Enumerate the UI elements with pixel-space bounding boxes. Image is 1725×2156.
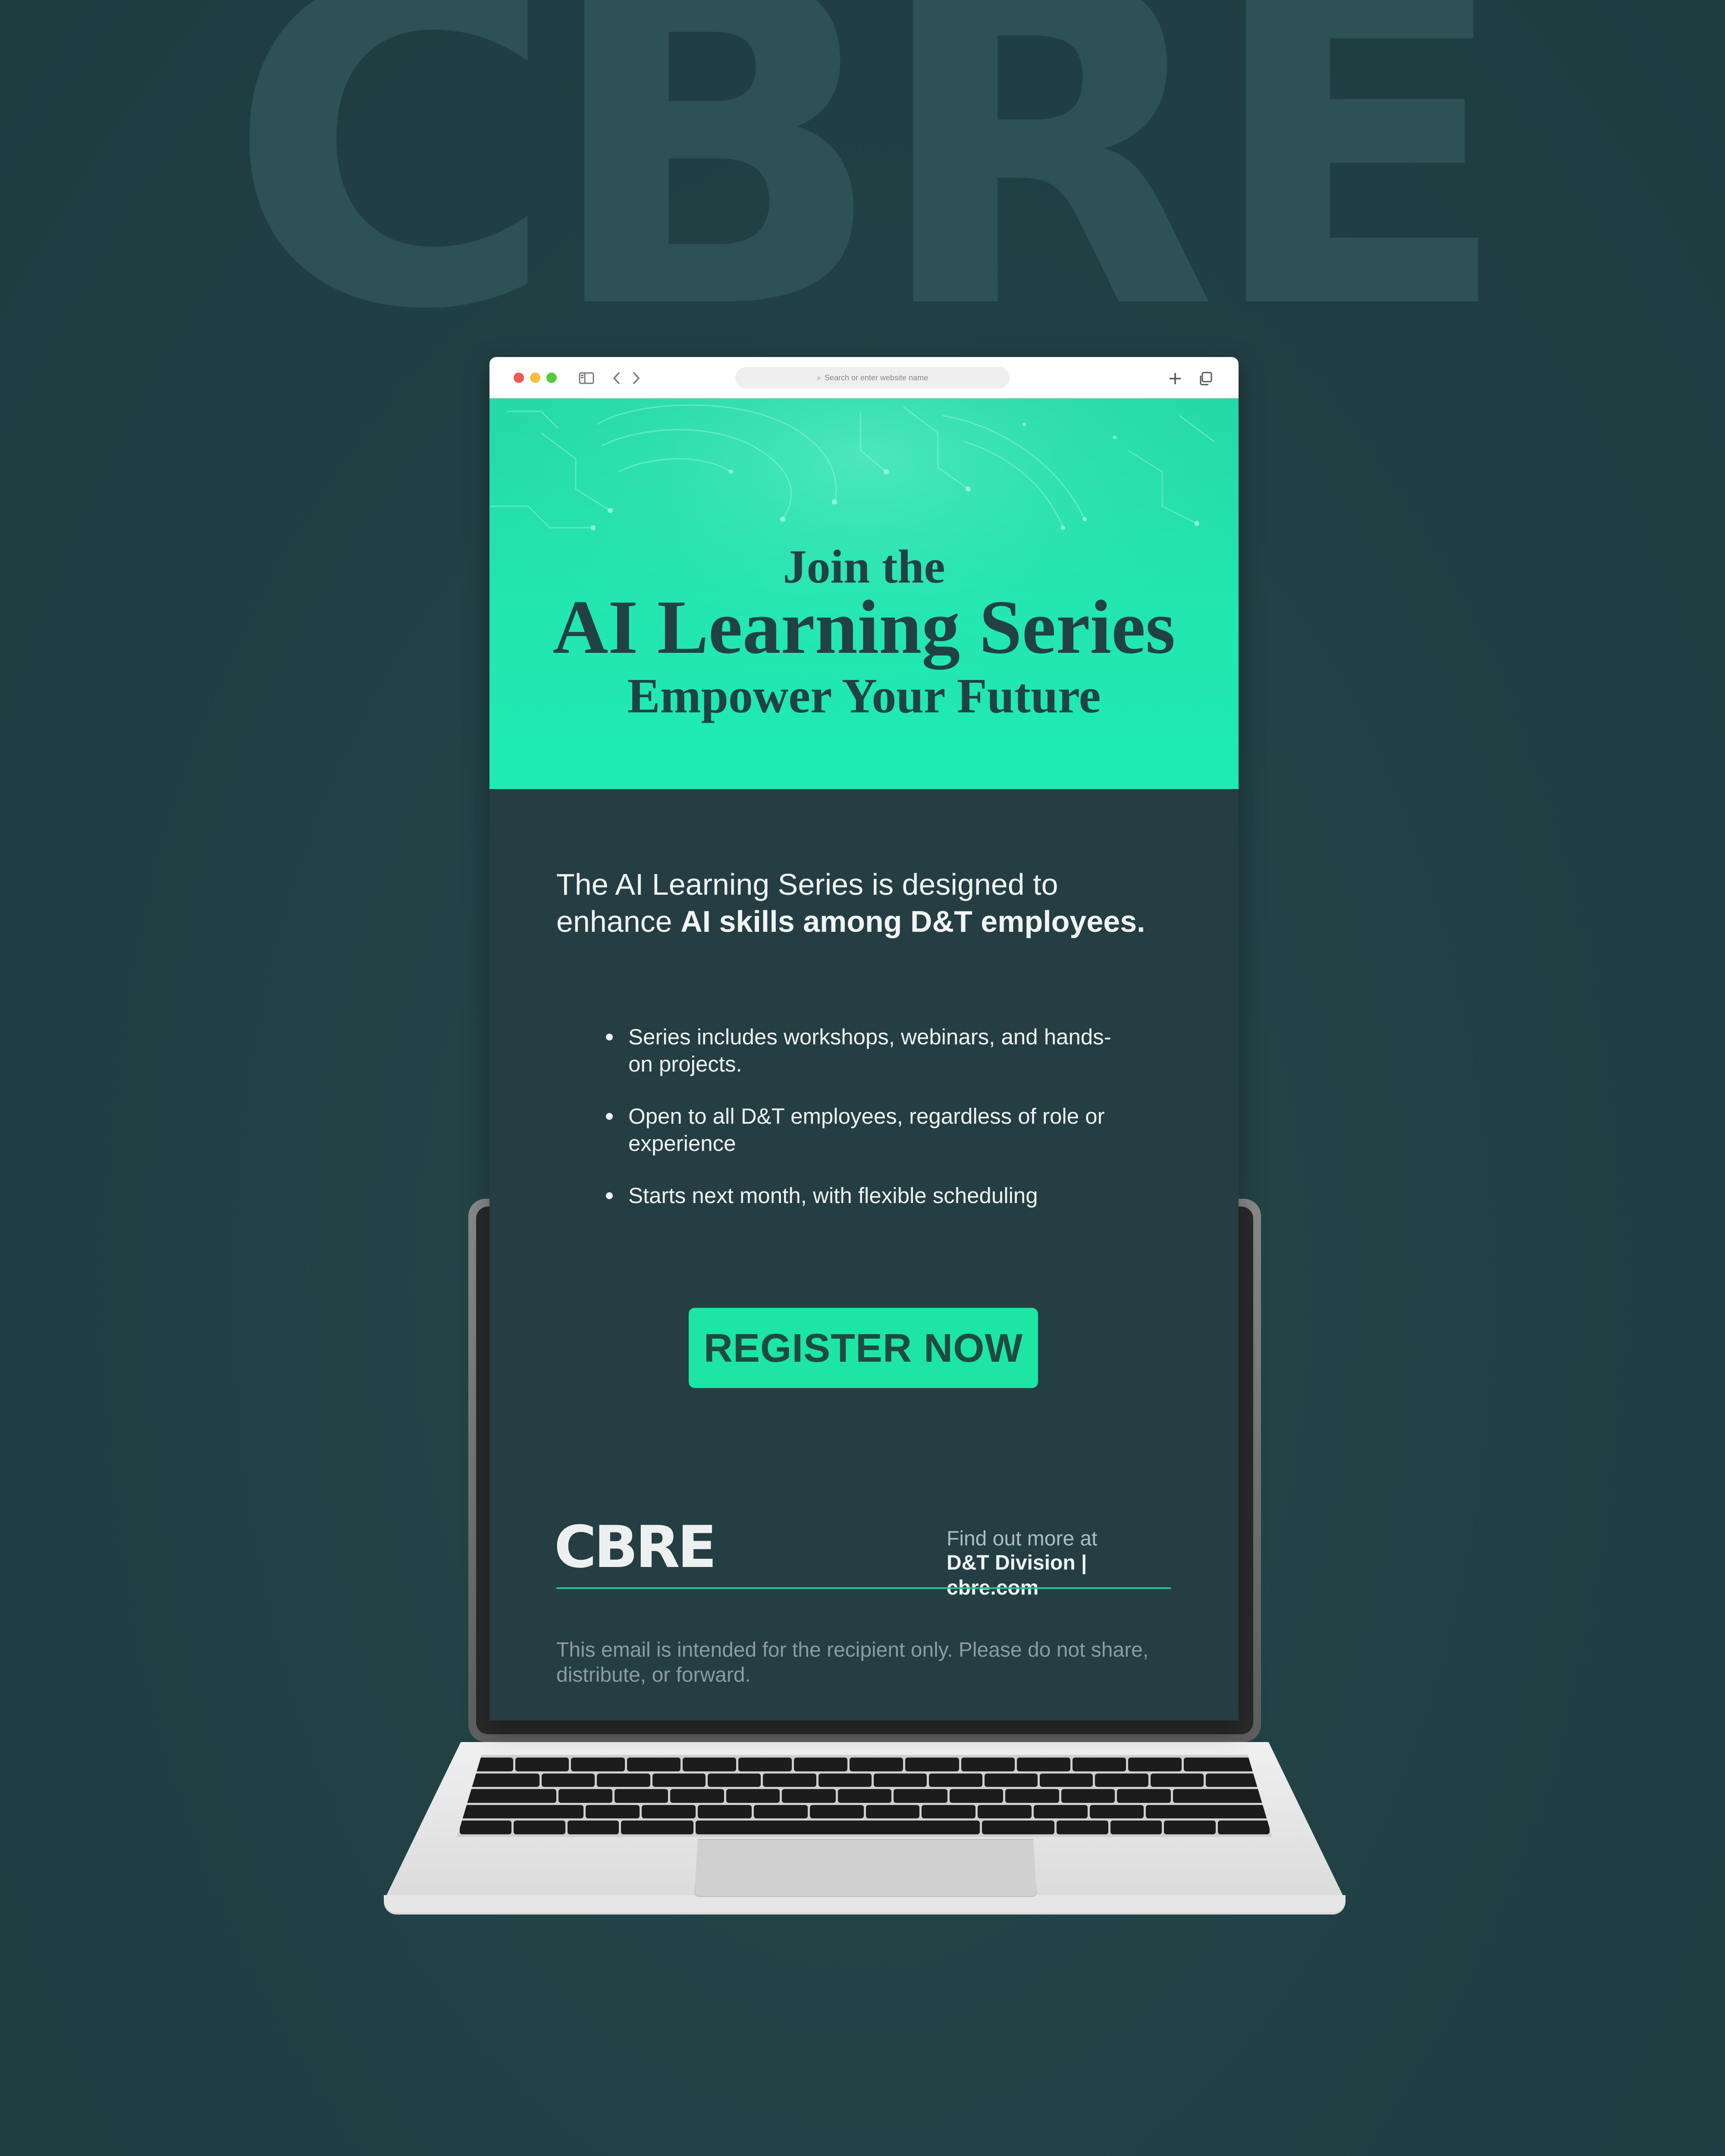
browser-toolbar: ⌕ Search or enter website name xyxy=(489,357,1239,398)
list-item: Open to all D&T employees, regardless of… xyxy=(606,1103,1115,1157)
register-now-button[interactable]: REGISTER NOW xyxy=(689,1308,1038,1388)
hero-subtitle: Empower Your Future xyxy=(627,668,1101,723)
hero-banner: Join the AI Learning Series Empower Your… xyxy=(489,398,1239,789)
laptop-base-edge xyxy=(384,1895,1346,1912)
hero-title: AI Learning Series xyxy=(552,584,1176,670)
plus-icon[interactable] xyxy=(1167,368,1184,387)
maximize-window-button[interactable] xyxy=(546,373,557,383)
browser-window: ⌕ Search or enter website name Join the … xyxy=(489,357,1239,1720)
intro-paragraph: The AI Learning Series is designed to en… xyxy=(556,866,1177,940)
trackpad xyxy=(694,1839,1037,1897)
list-item: Series includes workshops, webinars, and… xyxy=(606,1023,1115,1078)
keyboard-icon xyxy=(457,1755,1272,1837)
feature-list: Series includes workshops, webinars, and… xyxy=(606,1023,1115,1234)
cbre-logo: CBRE xyxy=(554,1514,717,1581)
address-placeholder: Search or enter website name xyxy=(824,373,928,382)
find-out-more-text: Find out more at xyxy=(947,1527,1098,1550)
intro-emphasis: AI skills among D&T employees. xyxy=(681,905,1145,938)
chevron-right-icon[interactable] xyxy=(630,368,643,387)
division-link[interactable]: D&T Division | cbre.com xyxy=(947,1551,1171,1601)
tabs-overview-icon[interactable] xyxy=(1197,368,1214,387)
close-window-button[interactable] xyxy=(514,373,524,383)
sidebar-icon[interactable] xyxy=(578,368,595,387)
address-bar[interactable]: ⌕ Search or enter website name xyxy=(735,367,1010,389)
list-item: Starts next month, with flexible schedul… xyxy=(606,1182,1115,1209)
minimize-window-button[interactable] xyxy=(530,373,540,383)
disclaimer-text: This email is intended for the recipient… xyxy=(556,1639,1149,1686)
search-icon: ⌕ xyxy=(816,373,821,382)
chevron-left-icon[interactable] xyxy=(610,368,623,387)
background-brand-word: CBRE xyxy=(227,0,1511,407)
footer-divider xyxy=(556,1587,1171,1589)
